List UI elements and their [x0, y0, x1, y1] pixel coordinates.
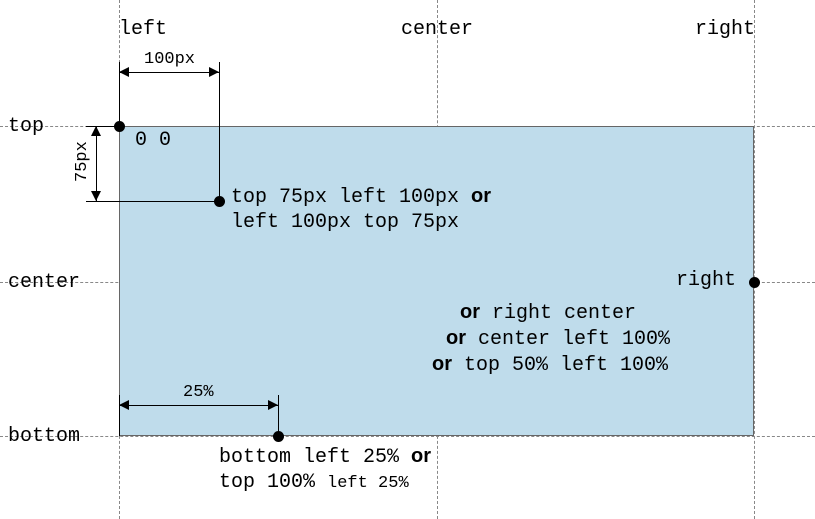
point-origin-label: 0 0: [135, 128, 171, 153]
axis-right-label: right: [695, 17, 755, 42]
point-bottom-label: bottom left 25% or top 100% left 25%: [219, 444, 431, 495]
point-top-left-offset-label: top 75px left 100px or left 100px top 75…: [231, 184, 491, 235]
or-3: or: [446, 327, 466, 349]
point-right-center: [749, 277, 760, 288]
axis-vcenter-label: center: [8, 270, 80, 295]
axis-left-label: left: [119, 17, 167, 42]
dim-100px-arrow-right: [209, 67, 219, 77]
point-tl-line2: left 100px top 75px: [231, 211, 459, 234]
point-origin: [114, 121, 125, 132]
point-right-line2: right center: [480, 302, 636, 325]
dim-100px-line: [119, 72, 219, 73]
point-top-left-offset: [214, 196, 225, 207]
dim-25-arrow-right: [268, 400, 278, 410]
grid-right: [754, 0, 755, 519]
dim-25-label: 25%: [183, 382, 214, 403]
point-tl-line1: top 75px left 100px: [231, 186, 471, 209]
dim-75px-tick-bottom: [86, 201, 219, 202]
point-bottom-25: [273, 431, 284, 442]
dim-25-line: [119, 405, 278, 406]
dim-100px-label: 100px: [144, 49, 195, 70]
or-1: or: [471, 185, 491, 207]
or-5: or: [411, 445, 431, 467]
dim-25-tick-right: [278, 395, 279, 436]
dim-75px-line: [96, 126, 97, 201]
dim-75px-arrow-up: [91, 126, 101, 136]
dim-75px-arrow-down: [91, 191, 101, 201]
axis-top-label: top: [8, 114, 44, 139]
dim-75px-label: 75px: [72, 141, 93, 182]
point-right-line1: right: [676, 268, 736, 293]
or-4: or: [432, 353, 452, 375]
axis-bottom-label: bottom: [8, 424, 80, 449]
or-2: or: [460, 301, 480, 323]
dim-100px-tick-right: [219, 62, 220, 201]
point-bottom-line2a: top 100%: [219, 471, 327, 494]
grid-bottom: [0, 436, 815, 437]
dim-100px-arrow-left: [119, 67, 129, 77]
point-bottom-line1: bottom left 25%: [219, 446, 411, 469]
point-right-line3: center left 100%: [466, 328, 670, 351]
axis-center-label: center: [401, 17, 473, 42]
point-bottom-line2b: left 25%: [327, 474, 409, 493]
point-right-rest: or right center or center left 100% or t…: [460, 300, 670, 378]
position-area: [119, 126, 754, 436]
point-right-line4: top 50% left 100%: [452, 354, 668, 377]
dim-25-arrow-left: [119, 400, 129, 410]
